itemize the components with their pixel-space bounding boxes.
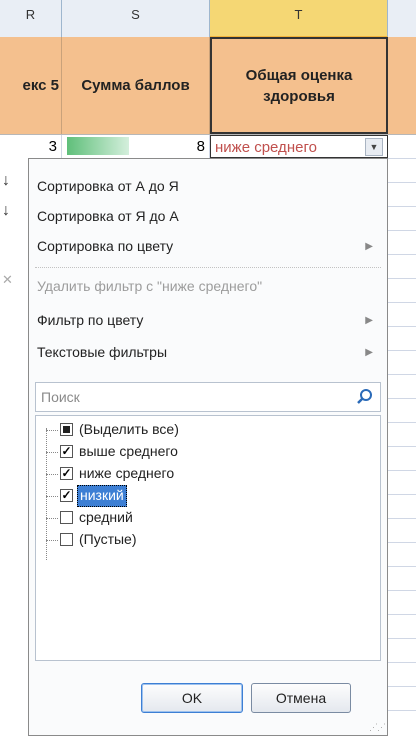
checkbox-partial[interactable]	[60, 423, 73, 436]
dropdown-arrow-icon[interactable]: ▼	[365, 138, 383, 156]
filter-values-list: (Выделить все) ✓ выше среднего ✓ ниже ср…	[35, 415, 381, 661]
grid-line	[388, 566, 416, 567]
grid-line	[388, 302, 416, 303]
menu-item-sort-by-color[interactable]: Сортировка по цвету	[37, 231, 377, 261]
menu-item-sort-za[interactable]: Сортировка от Я до А	[37, 201, 179, 231]
grid-line	[388, 254, 416, 255]
cancel-button[interactable]: Отмена	[251, 683, 351, 713]
grid-line	[388, 350, 416, 351]
grid-line	[388, 542, 416, 543]
grid-line	[388, 326, 416, 327]
menu-item-clear-filter: Удалить фильтр с "ниже среднего"	[37, 278, 263, 294]
autofilter-menu: Сортировка от А до Я Сортировка от Я до …	[28, 158, 388, 736]
checkbox-unchecked[interactable]	[60, 533, 73, 546]
sort-az-icon: ↓	[2, 172, 10, 189]
header-row: екс 5 Сумма баллов Общая оценка здоровья	[0, 37, 416, 135]
ok-button[interactable]: OK	[141, 683, 243, 713]
checkbox-checked[interactable]: ✓	[60, 445, 73, 458]
column-header-r[interactable]: R	[0, 0, 62, 37]
submenu-arrow-icon: ▶	[365, 241, 373, 252]
checkbox-checked[interactable]: ✓	[60, 467, 73, 480]
search-icon[interactable]	[356, 388, 374, 406]
grid-line	[388, 422, 416, 423]
grid-line	[388, 446, 416, 447]
grid-line	[388, 182, 416, 183]
search-placeholder: Поиск	[41, 389, 80, 405]
grid-line	[388, 494, 416, 495]
column-header-t[interactable]: T	[210, 0, 388, 37]
grid-line	[388, 470, 416, 471]
grid-line	[388, 278, 416, 279]
grid-line	[388, 686, 416, 687]
search-input[interactable]: Поиск	[35, 382, 381, 412]
grid-line	[388, 638, 416, 639]
grid-line	[388, 710, 416, 711]
cell-r[interactable]: 3	[0, 135, 62, 158]
menu-item-text-filters[interactable]: Текстовые фильтры	[37, 337, 377, 367]
grid-line	[388, 230, 416, 231]
menu-separator	[35, 267, 381, 268]
menu-icon-gutter: ↓ ↓ ✕	[0, 158, 28, 738]
cell-t[interactable]: ниже среднего ▼	[210, 135, 388, 158]
resize-grip-icon[interactable]: ⋰⋰	[369, 722, 386, 733]
sort-za-icon: ↓	[2, 202, 10, 219]
submenu-arrow-icon: ▶	[365, 315, 373, 326]
header-cell-r[interactable]: екс 5	[0, 37, 62, 134]
grid-line	[388, 518, 416, 519]
header-cell-t[interactable]: Общая оценка здоровья	[210, 37, 388, 134]
data-row: 3 8 ниже среднего ▼	[0, 135, 416, 159]
grid-line	[388, 206, 416, 207]
checkbox-checked[interactable]: ✓	[60, 489, 73, 502]
column-header-next[interactable]	[388, 0, 416, 37]
submenu-arrow-icon: ▶	[365, 347, 373, 358]
grid-line	[388, 662, 416, 663]
column-header-s[interactable]: S	[62, 0, 210, 37]
cell-s[interactable]: 8	[62, 135, 210, 158]
grid-line	[388, 614, 416, 615]
clear-filter-icon: ✕	[2, 272, 13, 287]
spreadsheet: R S T екс 5 Сумма баллов Общая оценка зд…	[0, 0, 416, 738]
grid-line	[388, 590, 416, 591]
column-headers: R S T	[0, 0, 416, 38]
data-bar	[67, 137, 129, 155]
menu-item-sort-az[interactable]: Сортировка от А до Я	[37, 171, 179, 201]
menu-item-filter-by-color[interactable]: Фильтр по цвету	[37, 305, 377, 335]
grid-line	[388, 374, 416, 375]
checkbox-unchecked[interactable]	[60, 511, 73, 524]
header-cell-s[interactable]: Сумма баллов	[62, 37, 210, 134]
grid-line	[388, 398, 416, 399]
